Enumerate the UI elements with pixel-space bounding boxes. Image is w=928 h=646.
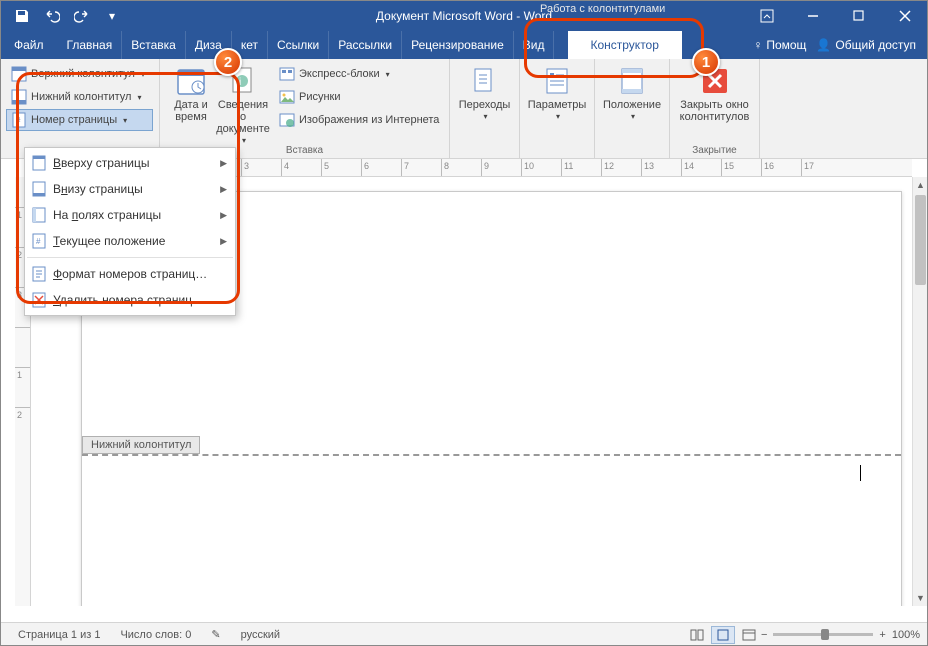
quickparts-icon: [279, 66, 295, 82]
position-button[interactable]: Положение: [601, 63, 663, 124]
titlebar: ▾ Документ Microsoft Word - Word Работа …: [0, 0, 928, 31]
page-current-icon: #: [31, 233, 47, 249]
ribbon-display-icon[interactable]: [744, 0, 790, 31]
text-cursor: [860, 465, 861, 481]
tab-home[interactable]: Главная: [58, 31, 123, 59]
status-words[interactable]: Число слов: 0: [110, 629, 201, 641]
zoom-slider[interactable]: [773, 633, 873, 636]
minimize-button[interactable]: [790, 0, 836, 31]
options-button[interactable]: Параметры: [526, 63, 588, 124]
scroll-up-icon[interactable]: ▲: [913, 177, 928, 193]
proofing-icon[interactable]: ✎: [201, 628, 230, 641]
svg-text:#: #: [16, 116, 21, 125]
picture-icon: [279, 89, 295, 105]
group-options: Параметры: [520, 59, 595, 158]
group-label-close: Закрытие: [670, 145, 759, 156]
submenu-arrow-icon: ▶: [220, 236, 227, 247]
header-icon: [11, 66, 27, 82]
page-number-menu: Вверху страницы▶ Внизу страницы▶ На поля…: [24, 147, 236, 316]
menu-bottom-of-page[interactable]: Внизу страницы▶: [25, 176, 235, 202]
format-icon: [31, 266, 47, 282]
page-margins-icon: [31, 207, 47, 223]
group-position: Положение: [595, 59, 670, 158]
menu-separator: [27, 257, 233, 258]
read-mode-button[interactable]: [685, 626, 709, 644]
annotation-badge-2: 2: [214, 48, 242, 76]
quick-access-toolbar: ▾: [0, 4, 126, 28]
footer-boundary: [82, 454, 901, 456]
redo-button[interactable]: [68, 4, 96, 28]
tab-file[interactable]: Файл: [0, 31, 58, 59]
share-icon: 👤: [816, 38, 831, 52]
zoom-control: − + 100%: [761, 629, 920, 641]
page-number-icon: #: [11, 112, 27, 128]
web-layout-button[interactable]: [737, 626, 761, 644]
tab-design-contextual[interactable]: Конструктор: [568, 31, 681, 59]
page-number-button[interactable]: #Номер страницы: [6, 109, 153, 131]
lightbulb-icon: ♀: [753, 38, 762, 52]
annotation-badge-1: 1: [692, 48, 720, 76]
statusbar: Страница 1 из 1 Число слов: 0 ✎ русский …: [0, 622, 928, 646]
zoom-in-button[interactable]: +: [879, 629, 885, 641]
tab-references[interactable]: Ссылки: [268, 31, 329, 59]
remove-icon: [31, 292, 47, 308]
tab-mailings[interactable]: Рассылки: [329, 31, 402, 59]
vertical-scrollbar[interactable]: ▲ ▼: [912, 177, 928, 606]
tab-insert[interactable]: Вставка: [122, 31, 186, 59]
maximize-button[interactable]: [836, 0, 882, 31]
view-buttons: [685, 626, 761, 644]
page-bottom-icon: [31, 181, 47, 197]
submenu-arrow-icon: ▶: [220, 158, 227, 169]
menu-current-position[interactable]: #Текущее положение▶: [25, 228, 235, 254]
footer-tag[interactable]: Нижний колонтитул: [82, 436, 200, 454]
status-language[interactable]: русский: [231, 629, 290, 641]
contextual-tab-group-title: Работа с колонтитулами: [540, 3, 665, 15]
zoom-out-button[interactable]: −: [761, 629, 767, 641]
online-picture-icon: [279, 112, 295, 128]
quickparts-button[interactable]: Экспресс-блоки: [274, 63, 444, 85]
status-page[interactable]: Страница 1 из 1: [8, 629, 110, 641]
submenu-arrow-icon: ▶: [220, 184, 227, 195]
page-top-icon: [31, 155, 47, 171]
ribbon: Верхний колонтитул Нижний колонтитул #Но…: [0, 59, 928, 159]
group-header-footer: Верхний колонтитул Нижний колонтитул #Но…: [0, 59, 160, 158]
tab-view[interactable]: Вид: [514, 31, 555, 59]
svg-text:i: i: [239, 77, 241, 88]
save-button[interactable]: [8, 4, 36, 28]
menu-remove-page-numbers[interactable]: Удалить номера страниц: [25, 287, 235, 313]
window-controls: [744, 0, 928, 31]
submenu-arrow-icon: ▶: [220, 210, 227, 221]
tab-review[interactable]: Рецензирование: [402, 31, 514, 59]
zoom-level[interactable]: 100%: [892, 629, 920, 641]
calendar-icon: [175, 65, 207, 97]
options-icon: [541, 65, 573, 97]
scroll-down-icon[interactable]: ▼: [913, 590, 928, 606]
scroll-thumb[interactable]: [915, 195, 926, 285]
window-title: Документ Microsoft Word - Word: [376, 9, 552, 23]
footer-icon: [11, 89, 27, 105]
group-close: Закрыть окно колонтитулов Закрытие: [670, 59, 760, 158]
close-button[interactable]: [882, 0, 928, 31]
tell-me[interactable]: ♀Помощ: [753, 38, 806, 52]
footer-button[interactable]: Нижний колонтитул: [6, 86, 153, 108]
print-layout-button[interactable]: [711, 626, 735, 644]
ribbon-tabs: Файл Главная Вставка Диза кет Ссылки Рас…: [0, 31, 928, 59]
share-button[interactable]: 👤Общий доступ: [816, 38, 916, 52]
navigation-button[interactable]: Переходы: [456, 63, 513, 124]
group-navigation: Переходы: [450, 59, 520, 158]
header-button[interactable]: Верхний колонтитул: [6, 63, 153, 85]
undo-button[interactable]: [38, 4, 66, 28]
svg-text:#: #: [36, 237, 41, 246]
qat-customize[interactable]: ▾: [98, 4, 126, 28]
menu-page-margins[interactable]: На полях страницы▶: [25, 202, 235, 228]
pictures-button[interactable]: Рисунки: [274, 86, 444, 108]
position-icon: [616, 65, 648, 97]
group-insert: Дата и время i Сведения о документе Эксп…: [160, 59, 450, 158]
navigation-icon: [469, 65, 501, 97]
online-pictures-button[interactable]: Изображения из Интернета: [274, 109, 444, 131]
menu-format-page-numbers[interactable]: Формат номеров страниц…: [25, 261, 235, 287]
datetime-button[interactable]: Дата и время: [166, 63, 216, 148]
menu-top-of-page[interactable]: Вверху страницы▶: [25, 150, 235, 176]
